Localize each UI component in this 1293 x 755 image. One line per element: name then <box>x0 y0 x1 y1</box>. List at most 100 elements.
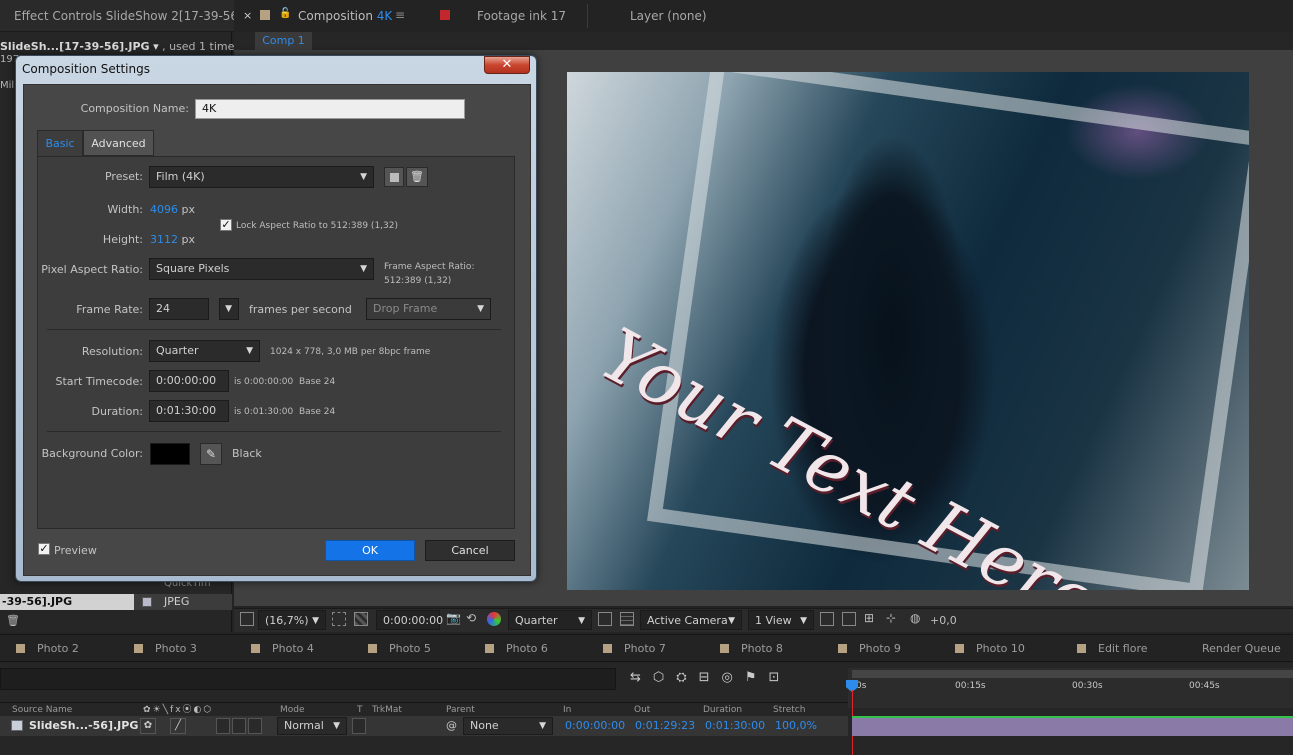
tab-footage[interactable]: Footage ink 17 <box>477 0 566 32</box>
viewer-resolution-dropdown[interactable]: Quarter <box>508 610 592 631</box>
color-channel-icon[interactable] <box>487 612 501 626</box>
tab-basic[interactable]: Basic <box>37 130 83 156</box>
timeline-tab-photo-7[interactable]: Photo 7 <box>603 635 666 663</box>
preview-checkbox[interactable]: ✓ <box>38 543 50 555</box>
camera-snapshot-icon[interactable]: 📷 <box>446 611 461 625</box>
pick-whip-icon[interactable]: @ <box>446 719 457 732</box>
header-parent[interactable]: Parent <box>446 703 475 717</box>
background-color-swatch[interactable] <box>150 443 190 465</box>
resolution-dropdown[interactable]: Quarter <box>149 340 260 362</box>
reset-exposure-icon[interactable]: ◍ <box>910 611 920 625</box>
comp-name-input[interactable]: 4K <box>195 99 465 119</box>
tab-effect-controls[interactable]: Effect Controls SlideShow 2[17-39-56].JP… <box>14 0 267 32</box>
timeline-tab-edit-flore[interactable]: Edit flore <box>1077 635 1148 663</box>
drop-frame-dropdown[interactable]: Drop Frame <box>366 298 491 320</box>
duration-input[interactable]: 0:01:30:00 <box>149 400 229 422</box>
layer-quality-switch[interactable]: ╱ <box>170 718 186 734</box>
layer-name[interactable]: SlideSh...-56].JPG <box>29 719 138 732</box>
layer-trkmat-box[interactable] <box>352 718 366 734</box>
width-value[interactable]: 4096 <box>150 203 178 216</box>
header-source-name[interactable]: Source Name <box>12 703 72 717</box>
close-icon[interactable]: × <box>243 9 252 22</box>
layer-duration[interactable]: 0:01:30:00 <box>705 719 765 732</box>
timeline-icon[interactable] <box>842 612 856 626</box>
comp-flowchart-icon[interactable]: ⊞ <box>864 611 874 625</box>
timeline-tab-photo-2[interactable]: Photo 2 <box>16 635 79 663</box>
lock-icon[interactable]: 🔓 <box>279 8 291 19</box>
height-field[interactable]: 3112 px <box>150 233 195 246</box>
timeline-tab-label: Edit flore <box>1098 642 1148 655</box>
layer-switch-blank-2[interactable] <box>232 718 246 734</box>
source-name-line[interactable]: SlideSh...[17-39-56].JPG ▾ , used 1 time <box>0 40 234 53</box>
comp-name-label: Composition Name: <box>80 102 189 115</box>
transparency-grid-icon[interactable] <box>354 612 368 626</box>
timeline-tab-photo-9[interactable]: Photo 9 <box>838 635 901 663</box>
composition-canvas[interactable]: Your Text Here <box>567 72 1249 590</box>
toggle-pixel-aspect-icon[interactable] <box>820 612 834 626</box>
show-snapshot-icon[interactable]: ⟲ <box>466 611 476 625</box>
layer-switch-blank-1[interactable] <box>216 718 230 734</box>
tab-layer[interactable]: Layer (none) <box>630 0 707 32</box>
fast-preview-icon[interactable] <box>598 612 612 626</box>
tab-advanced[interactable]: Advanced <box>83 130 154 156</box>
header-trkmat[interactable]: TrkMat <box>372 703 402 717</box>
work-area-bar[interactable] <box>852 670 1293 678</box>
layer-mode-dropdown[interactable]: Normal <box>277 717 347 735</box>
eyedropper-button[interactable]: ✎ <box>200 443 222 465</box>
lock-aspect-checkbox[interactable]: ✓ <box>220 219 232 231</box>
source-dropdown-icon[interactable]: ▾ <box>153 40 159 53</box>
timeline-tab-photo-3[interactable]: Photo 3 <box>134 635 197 663</box>
timeline-tab-render-queue[interactable]: Render Queue <box>1202 635 1281 663</box>
exposure-value[interactable]: +0,0 <box>930 614 957 627</box>
zoom-dropdown[interactable]: (16,7%) <box>258 610 326 631</box>
timeline-tab-label: Photo 2 <box>37 642 79 655</box>
flowchart-icon[interactable]: ⊹ <box>886 611 896 625</box>
start-timecode-input[interactable]: 0:00:00:00 <box>149 370 229 392</box>
layer-switch-blank-3[interactable] <box>248 718 262 734</box>
subtab-comp-1[interactable]: Comp 1 <box>255 32 312 50</box>
views-dropdown[interactable]: 1 View <box>748 610 814 631</box>
ruler-tick-15s: 00:15s <box>955 681 986 691</box>
tab-composition[interactable]: Composition 4K <box>298 0 392 32</box>
timeline-tab-photo-4[interactable]: Photo 4 <box>251 635 314 663</box>
pixel-aspect-dropdown[interactable]: Square Pixels <box>149 258 374 280</box>
timeline-tab-label: Photo 9 <box>859 642 901 655</box>
header-duration[interactable]: Duration <box>703 703 742 717</box>
header-out[interactable]: Out <box>634 703 650 717</box>
delete-preset-button[interactable]: 🗑 <box>406 167 428 187</box>
layer-in-time[interactable]: 0:00:00:00 <box>565 719 625 732</box>
timeline-tab-photo-5[interactable]: Photo 5 <box>368 635 431 663</box>
layer-out-time[interactable]: 0:01:29:23 <box>635 719 695 732</box>
height-value[interactable]: 3112 <box>150 233 178 246</box>
header-stretch[interactable]: Stretch <box>773 703 805 717</box>
preset-dropdown[interactable]: Film (4K) <box>149 166 374 188</box>
ok-button[interactable]: OK <box>325 540 415 561</box>
timeline-search-input[interactable] <box>0 668 616 690</box>
header-in[interactable]: In <box>563 703 571 717</box>
header-mode[interactable]: Mode <box>280 703 305 717</box>
region-of-interest-icon[interactable] <box>332 612 346 626</box>
layer-duration-bar[interactable] <box>852 716 1293 736</box>
viewer-timecode[interactable]: 0:00:00:00 <box>376 610 443 630</box>
header-t[interactable]: T <box>357 703 363 717</box>
layer-stretch[interactable]: 100,0% <box>775 719 817 732</box>
timeline-switch-icons[interactable]: ⇆⬡⛭⊟◎⚑⊡ <box>630 670 791 685</box>
dialog-close-button[interactable]: ✕ <box>484 56 530 74</box>
timeline-tab-photo-10[interactable]: Photo 10 <box>955 635 1025 663</box>
camera-dropdown[interactable]: Active Camera <box>640 610 742 631</box>
save-preset-button[interactable] <box>384 167 404 187</box>
start-timecode-label: Start Timecode: <box>55 375 143 388</box>
layer-parent-dropdown[interactable]: None <box>463 717 553 735</box>
cancel-button[interactable]: Cancel <box>425 540 515 561</box>
resolution-label: Resolution: <box>81 345 143 358</box>
layer-shy-switch[interactable]: ✿ <box>140 718 156 734</box>
frame-rate-input[interactable]: 24 <box>149 298 209 320</box>
timeline-tab-photo-8[interactable]: Photo 8 <box>720 635 783 663</box>
snapshot-toggle-icon[interactable] <box>240 612 254 626</box>
width-field[interactable]: 4096 px <box>150 203 195 216</box>
timeline-tab-photo-6[interactable]: Photo 6 <box>485 635 548 663</box>
grid-toggle-icon[interactable] <box>620 612 634 626</box>
panel-menu-icon[interactable]: ≡ <box>395 8 405 22</box>
frame-rate-dropdown[interactable] <box>219 298 239 320</box>
trash-icon[interactable]: 🗑 <box>6 614 20 627</box>
